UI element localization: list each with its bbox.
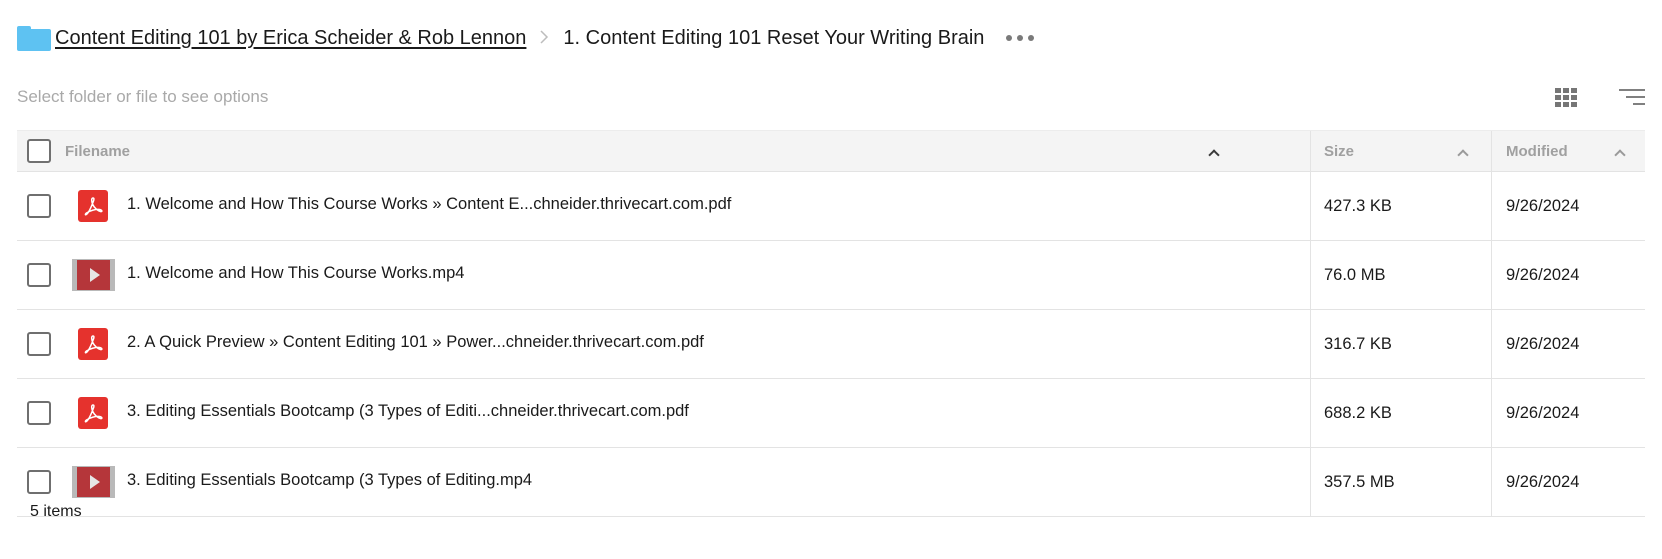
file-table: Filename Size Modified 1. Welcome and Ho… <box>17 130 1645 517</box>
sort-icon[interactable] <box>1619 88 1645 108</box>
sort-modified-icon[interactable] <box>1614 149 1626 161</box>
file-name[interactable]: 1. Welcome and How This Course Works.mp4 <box>127 264 464 283</box>
row-checkbox[interactable] <box>27 263 51 287</box>
filename-header-label: Filename <box>65 142 131 160</box>
file-modified: 9/26/2024 <box>1506 196 1580 215</box>
file-size: 688.2 KB <box>1324 403 1392 422</box>
table-row[interactable]: 3. Editing Essentials Bootcamp (3 Types … <box>17 379 1645 448</box>
file-name[interactable]: 3. Editing Essentials Bootcamp (3 Types … <box>127 402 689 421</box>
filename-column-header[interactable]: Filename <box>17 131 1311 171</box>
modified-column-header[interactable]: Modified <box>1492 131 1645 171</box>
pdf-file-icon <box>71 327 115 361</box>
table-row[interactable]: 3. Editing Essentials Bootcamp (3 Types … <box>17 448 1645 517</box>
file-size: 316.7 KB <box>1324 334 1392 353</box>
breadcrumb-parent-link[interactable]: Content Editing 101 by Erica Scheider & … <box>55 27 526 50</box>
file-modified: 9/26/2024 <box>1506 403 1580 422</box>
file-name[interactable]: 1. Welcome and How This Course Works » C… <box>127 195 731 214</box>
row-checkbox[interactable] <box>27 194 51 218</box>
file-size: 76.0 MB <box>1324 265 1386 284</box>
video-file-icon <box>71 258 115 292</box>
size-column-header[interactable]: Size <box>1311 131 1492 171</box>
file-name[interactable]: 2. A Quick Preview » Content Editing 101… <box>127 333 704 352</box>
file-size: 427.3 KB <box>1324 196 1392 215</box>
breadcrumb-current: 1. Content Editing 101 Reset Your Writin… <box>563 26 985 49</box>
file-modified: 9/26/2024 <box>1506 472 1580 491</box>
item-count: 5 items <box>30 503 82 520</box>
row-checkbox[interactable] <box>27 332 51 356</box>
row-checkbox[interactable] <box>27 401 51 425</box>
file-modified: 9/26/2024 <box>1506 265 1580 284</box>
select-all-checkbox[interactable] <box>27 139 51 163</box>
more-options-icon[interactable] <box>1006 35 1035 41</box>
selection-hint: Select folder or file to see options <box>17 87 269 106</box>
table-row[interactable]: 1. Welcome and How This Course Works.mp4… <box>17 241 1645 310</box>
grid-view-icon[interactable] <box>1555 88 1579 108</box>
sort-size-icon[interactable] <box>1457 149 1469 161</box>
row-checkbox[interactable] <box>27 470 51 494</box>
file-modified: 9/26/2024 <box>1506 334 1580 353</box>
pdf-file-icon <box>71 396 115 430</box>
pdf-file-icon <box>71 189 115 223</box>
file-name[interactable]: 3. Editing Essentials Bootcamp (3 Types … <box>127 471 532 490</box>
file-size: 357.5 MB <box>1324 472 1395 491</box>
size-header-label: Size <box>1324 142 1355 160</box>
folder-icon <box>17 24 51 52</box>
table-row[interactable]: 1. Welcome and How This Course Works » C… <box>17 172 1645 241</box>
sort-ascending-icon[interactable] <box>1208 149 1220 161</box>
table-header: Filename Size Modified <box>17 130 1645 172</box>
video-file-icon <box>71 465 115 499</box>
table-row[interactable]: 2. A Quick Preview » Content Editing 101… <box>17 310 1645 379</box>
modified-header-label: Modified <box>1506 142 1568 160</box>
breadcrumb: Content Editing 101 by Erica Scheider & … <box>17 20 1035 56</box>
chevron-right-icon <box>540 28 549 49</box>
